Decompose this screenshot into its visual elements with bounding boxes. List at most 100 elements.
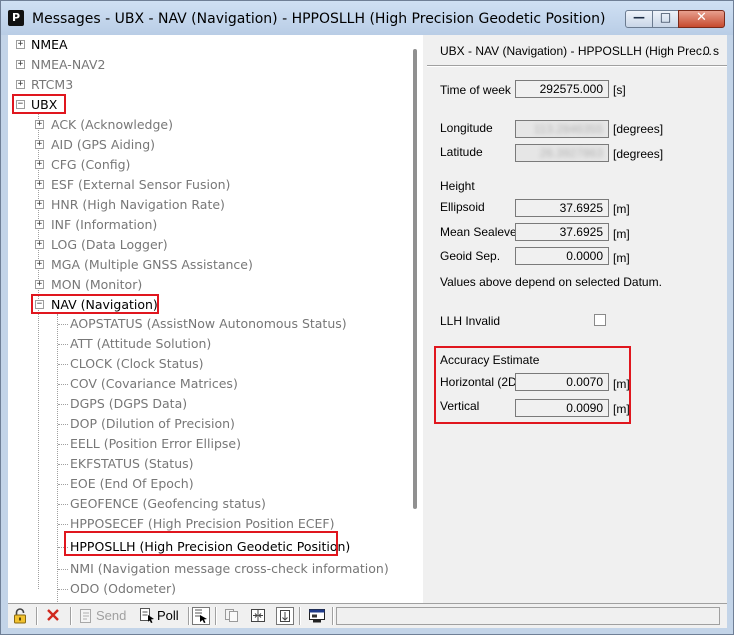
separator — [70, 607, 72, 625]
expand-icon[interactable]: + — [35, 200, 44, 209]
tree-line — [58, 589, 68, 590]
longitude-value-text: 113.2846355 — [533, 122, 603, 136]
expand-icon[interactable]: + — [35, 240, 44, 249]
tree-line — [58, 424, 68, 425]
expand-icon[interactable]: + — [35, 140, 44, 149]
tree-scrollbar[interactable] — [409, 35, 423, 603]
send-icon — [79, 608, 93, 627]
separator — [299, 607, 301, 625]
auto-poll-icon[interactable] — [192, 607, 210, 625]
tree-item-esf[interactable]: + ESF (External Sensor Fusion) — [8, 175, 388, 195]
tree-line — [58, 504, 68, 505]
tree-item-label: CLOCK (Clock Status) — [70, 356, 204, 371]
time-of-week-unit: [s] — [613, 83, 626, 97]
tree-item-inf[interactable]: + INF (Information) — [8, 215, 388, 235]
latitude-label: Latitude — [440, 145, 483, 159]
tree-item-nmi[interactable]: NMI (Navigation message cross-check info… — [8, 559, 389, 579]
mean-sealevel-label: Mean Sealevel — [440, 225, 520, 239]
geoid-sep-unit: [m] — [613, 251, 630, 265]
messages-window: P Messages - UBX - NAV (Navigation) - HP… — [0, 0, 734, 635]
tree-item-label: EOE (End Of Epoch) — [70, 476, 194, 491]
tree-item-eoe[interactable]: EOE (End Of Epoch) — [8, 474, 388, 494]
expand-icon[interactable]: + — [35, 180, 44, 189]
tree-item-rtcm3[interactable]: + RTCM3 — [8, 75, 208, 95]
tree-item-clock[interactable]: CLOCK (Clock Status) — [8, 354, 388, 374]
tree-item-mga[interactable]: + MGA (Multiple GNSS Assistance) — [8, 255, 388, 275]
ellipsoid-value: 37.6925 — [515, 199, 609, 217]
tree-item-cfg[interactable]: + CFG (Config) — [8, 155, 388, 175]
status-field — [336, 607, 720, 625]
message-view: UBX - NAV (Navigation) - HPPOSLLH (High … — [427, 35, 727, 603]
latitude-value: 26.3927863 — [515, 144, 609, 162]
view-age: 0 s — [703, 44, 720, 58]
tree-line — [58, 384, 68, 385]
tree-item-label: INF (Information) — [51, 217, 158, 232]
tree-item-nmea[interactable]: + NMEA — [8, 35, 208, 55]
time-of-week-label: Time of week — [440, 83, 511, 97]
tree-item-label: CFG (Config) — [51, 157, 131, 172]
lock-icon[interactable] — [13, 608, 27, 627]
tree-item-aid[interactable]: + AID (GPS Aiding) — [8, 135, 388, 155]
tree-item-eell[interactable]: EELL (Position Error Ellipse) — [8, 434, 388, 454]
red-x-icon[interactable] — [46, 608, 60, 625]
close-button[interactable]: ✕ — [678, 10, 725, 28]
split-view-icon[interactable] — [250, 608, 266, 626]
tree-item-mon[interactable]: + MON (Monitor) — [8, 275, 388, 295]
highlight-nav — [31, 294, 159, 314]
tree-item-cov[interactable]: COV (Covariance Matrices) — [8, 374, 388, 394]
copy-icon[interactable] — [224, 608, 240, 626]
tree-line — [58, 464, 68, 465]
tree-item-odo[interactable]: ODO (Odometer) — [8, 579, 388, 599]
title-bar[interactable]: P Messages - UBX - NAV (Navigation) - HP… — [1, 1, 733, 35]
divider — [427, 65, 727, 67]
expand-icon[interactable]: + — [35, 280, 44, 289]
print-icon[interactable] — [308, 608, 326, 626]
expand-icon[interactable]: + — [35, 260, 44, 269]
tree-item-label: AOPSTATUS (AssistNow Autonomous Status) — [70, 316, 347, 331]
separator — [215, 607, 217, 625]
tree-item-label: EKFSTATUS (Status) — [70, 456, 194, 471]
tree-item-label: ATT (Attitude Solution) — [70, 336, 212, 351]
poll-button[interactable]: Poll — [157, 607, 179, 625]
tree-item-label: NMEA — [31, 37, 68, 52]
mean-sealevel-value: 37.6925 — [515, 223, 609, 241]
llh-invalid-checkbox[interactable] — [594, 314, 606, 326]
tree-item-log[interactable]: + LOG (Data Logger) — [8, 235, 388, 255]
expand-icon[interactable]: + — [35, 220, 44, 229]
latitude-unit: [degrees] — [613, 147, 664, 161]
minimize-button[interactable]: — — [625, 10, 653, 28]
tree-line — [58, 444, 68, 445]
app-icon: P — [8, 10, 24, 26]
time-of-week-value: 292575.000 — [515, 80, 609, 98]
expand-icon[interactable]: + — [35, 120, 44, 129]
tree-item-aopstatus[interactable]: AOPSTATUS (AssistNow Autonomous Status) — [8, 314, 388, 334]
tree-item-geofence[interactable]: GEOFENCE (Geofencing status) — [8, 494, 388, 514]
tree-line — [58, 404, 68, 405]
tree-item-dgps[interactable]: DGPS (DGPS Data) — [8, 394, 388, 414]
expand-icon[interactable]: + — [16, 40, 25, 49]
geoid-sep-value: 0.0000 — [515, 247, 609, 265]
separator — [36, 607, 38, 625]
tree-item-label: LOG (Data Logger) — [51, 237, 168, 252]
tree-item-label: GEOFENCE (Geofencing status) — [70, 496, 266, 511]
scroll-lock-icon[interactable] — [276, 607, 294, 625]
window-title: Messages - UBX - NAV (Navigation) - HPPO… — [32, 11, 606, 27]
expand-icon[interactable]: + — [35, 160, 44, 169]
minimize-icon: — — [633, 10, 645, 24]
maximize-button[interactable]: □ — [652, 10, 679, 28]
expand-icon[interactable]: + — [16, 80, 25, 89]
tree-item-nmea-nav2[interactable]: + NMEA-NAV2 — [8, 55, 208, 75]
close-icon: ✕ — [696, 10, 707, 25]
tree-item-label: DGPS (DGPS Data) — [70, 396, 188, 411]
tree-item-att[interactable]: ATT (Attitude Solution) — [8, 334, 388, 354]
datum-note: Values above depend on selected Datum. — [440, 275, 662, 289]
latitude-value-text: 26.3927863 — [539, 146, 603, 160]
tree-item-dop[interactable]: DOP (Dilution of Precision) — [8, 414, 388, 434]
tree-item-ekfstatus[interactable]: EKFSTATUS (Status) — [8, 454, 388, 474]
expand-icon[interactable]: + — [16, 60, 25, 69]
longitude-value: 113.2846355 — [515, 120, 609, 138]
scrollbar-thumb[interactable] — [413, 49, 417, 509]
tree-item-ack[interactable]: + ACK (Acknowledge) — [8, 115, 388, 135]
tree-item-hnr[interactable]: + HNR (High Navigation Rate) — [8, 195, 388, 215]
send-button[interactable]: Send — [96, 607, 126, 625]
